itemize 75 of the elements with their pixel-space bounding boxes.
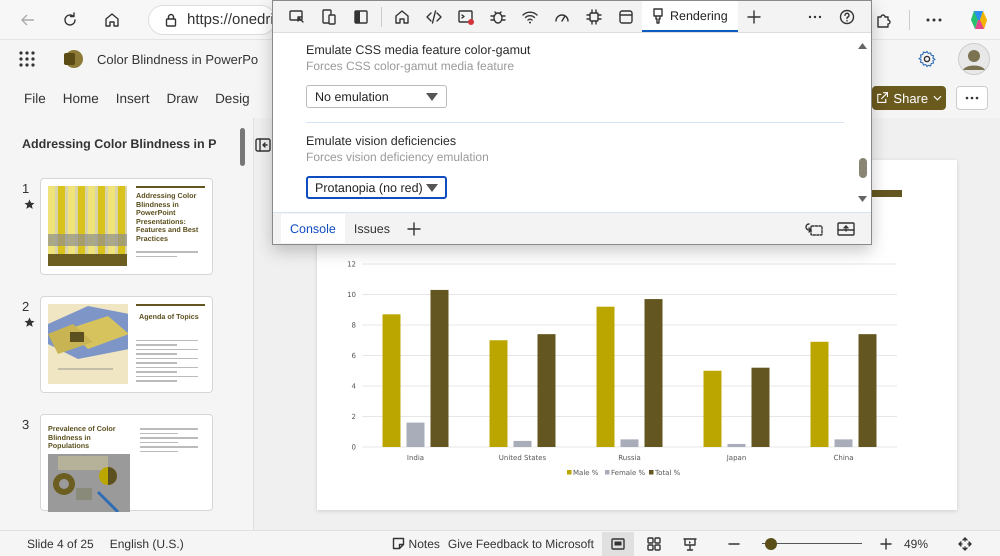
add-icon[interactable]	[746, 8, 762, 24]
inspect-icon[interactable]	[289, 8, 305, 24]
bug-icon[interactable]	[490, 8, 506, 24]
add-icon[interactable]	[407, 222, 422, 236]
wifi-icon[interactable]	[522, 8, 538, 24]
code-icon[interactable]	[426, 8, 442, 24]
setting-title: Emulate CSS media feature color-gamut	[306, 43, 532, 57]
slide-counter: Slide 4 of 25	[27, 536, 94, 550]
scrollbar-thumb[interactable]	[859, 158, 867, 178]
slide-number: 2	[22, 300, 30, 314]
setting-description: Forces CSS color-gamut media feature	[306, 59, 516, 73]
setting-title: Emulate vision deficiencies	[306, 134, 458, 148]
more-icon	[965, 96, 979, 100]
emulation-dropdown[interactable]: No emulation	[306, 85, 447, 108]
scroll-up-icon[interactable]	[858, 43, 867, 49]
menu-tab[interactable]: Draw	[166, 90, 198, 106]
setting-description: Forces vision deficiency emulation	[306, 150, 490, 164]
notes-icon	[392, 537, 405, 550]
dock-undock-icon[interactable]	[805, 220, 823, 236]
scrollbar-thumb[interactable]	[240, 128, 245, 166]
emulation-dropdown[interactable]: Protanopia (no red)	[306, 176, 447, 199]
chevron-down-icon	[933, 95, 942, 101]
normal-view-button[interactable]	[602, 532, 634, 556]
brush-icon	[652, 8, 664, 24]
bar	[728, 444, 746, 447]
title-accent-bar	[869, 190, 902, 197]
slide-number: 1	[22, 182, 30, 196]
slider-thumb[interactable]	[764, 538, 777, 550]
bar	[620, 439, 638, 447]
zoom-in-icon[interactable]	[880, 538, 892, 550]
normal-view-icon	[610, 536, 625, 550]
slide-number: 3	[22, 418, 30, 432]
grid-icon	[646, 536, 661, 550]
scroll-down-icon[interactable]	[858, 196, 867, 202]
chip-icon[interactable]	[586, 8, 602, 24]
fit-slide-icon[interactable]	[958, 536, 972, 550]
expand-drawer-icon[interactable]	[837, 222, 855, 236]
copilot-icon[interactable]	[968, 8, 990, 30]
powerpoint-logo-icon	[63, 49, 83, 69]
bar	[834, 439, 852, 447]
bar	[514, 440, 532, 447]
dropdown-arrow-icon	[426, 92, 438, 100]
dock-icon[interactable]	[353, 8, 369, 24]
home-icon[interactable]	[394, 8, 410, 24]
drawer-tab[interactable]: Issues	[344, 214, 400, 243]
console-icon[interactable]	[458, 8, 474, 24]
device-icon[interactable]	[321, 8, 337, 24]
more-icon[interactable]	[926, 18, 942, 22]
feedback-button[interactable]: Give Feedback to Microsoft	[448, 536, 594, 550]
presenter-icon	[682, 536, 697, 550]
bar	[406, 422, 424, 447]
window-icon[interactable]	[618, 8, 634, 24]
drawer-tab[interactable]: Console	[281, 214, 345, 243]
panel-title: Addressing Color Blindness in P	[22, 136, 218, 153]
share-icon	[876, 91, 888, 105]
document-title: Color Blindness in PowerPo	[97, 52, 258, 66]
more-options-button[interactable]	[956, 86, 988, 110]
refresh-icon[interactable]	[62, 12, 78, 28]
panel-tab[interactable]: Rendering	[642, 1, 738, 32]
collapse-pane-icon[interactable]	[255, 138, 271, 152]
menu-tab[interactable]: File	[24, 90, 46, 106]
avatar-icon[interactable]	[958, 43, 990, 75]
notes-button[interactable]: Notes	[392, 536, 440, 550]
settings-icon[interactable]	[918, 50, 936, 68]
lock-icon	[165, 12, 177, 26]
share-button[interactable]: Share	[872, 86, 946, 110]
zoom-level[interactable]: 49%	[904, 536, 928, 550]
menu-tab[interactable]: Home	[62, 90, 99, 106]
dropdown-arrow-icon	[426, 184, 438, 192]
app-launcher-icon[interactable]	[19, 51, 35, 67]
menu-tab[interactable]: Desig	[215, 90, 250, 106]
language-label[interactable]: English (U.S.)	[110, 536, 184, 550]
menu-tab[interactable]: Insert	[116, 90, 150, 106]
home-icon[interactable]	[104, 12, 120, 28]
help-icon[interactable]	[839, 8, 855, 24]
